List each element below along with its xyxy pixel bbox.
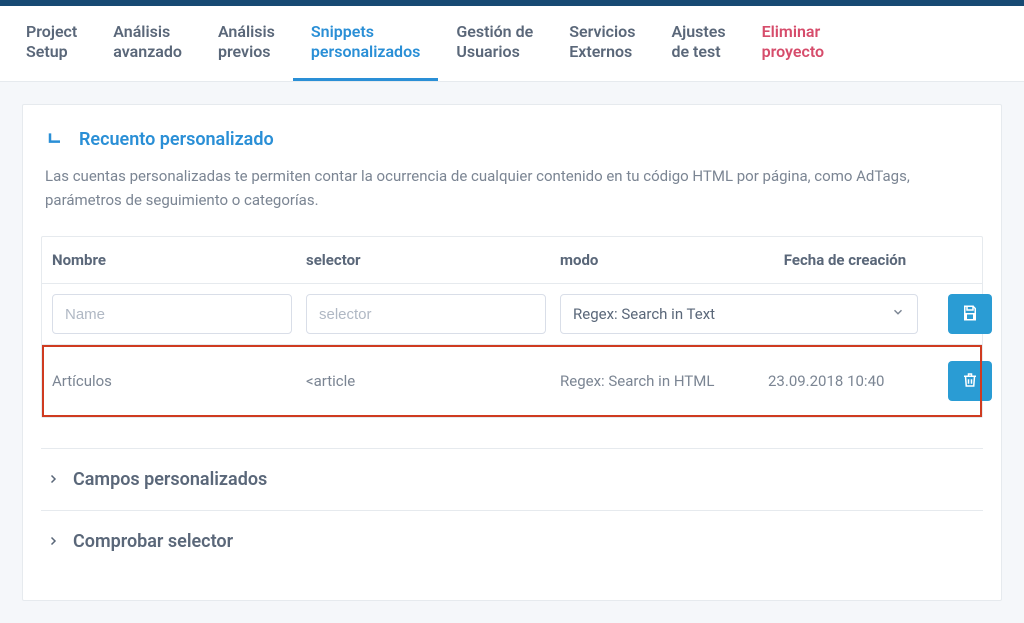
cell-name: Artículos	[52, 372, 306, 390]
accordion-label: Comprobar selector	[73, 531, 233, 552]
cell-selector: <article	[306, 372, 560, 390]
table-input-row: Regex: Search in Text	[42, 284, 982, 345]
cell-date: 23.09.2018 10:40	[768, 372, 932, 390]
chevron-right-icon	[47, 532, 59, 551]
delete-button[interactable]	[948, 361, 992, 401]
mode-select-value: Regex: Search in Text	[573, 305, 715, 323]
th-name: Nombre	[52, 251, 306, 269]
chevron-down-icon	[891, 305, 905, 323]
th-mode: modo	[560, 251, 768, 269]
tab-eliminar-proyecto[interactable]: Eliminar proyecto	[744, 6, 843, 81]
accordion-campos-personalizados[interactable]: Campos personalizados	[41, 449, 983, 511]
tab-analisis-previos[interactable]: Análisis previos	[200, 6, 293, 81]
tab-snippets-personalizados[interactable]: Snippets personalizados	[293, 6, 438, 81]
accordion-list: Campos personalizados Comprobar selector	[41, 448, 983, 572]
trash-icon	[961, 371, 979, 392]
table-row: Artículos <article Regex: Search in HTML…	[42, 345, 982, 417]
arrow-down-right-icon	[45, 130, 65, 150]
tab-gestion-usuarios[interactable]: Gestión de Usuarios	[438, 6, 551, 81]
main-panel: Recuento personalizado Las cuentas perso…	[22, 104, 1002, 601]
cell-mode: Regex: Search in HTML	[560, 372, 768, 390]
chevron-right-icon	[47, 470, 59, 489]
selector-input[interactable]	[306, 294, 546, 334]
tab-servicios-externos[interactable]: Servicios Externos	[551, 6, 653, 81]
save-icon	[961, 304, 979, 325]
mode-select[interactable]: Regex: Search in Text	[560, 294, 918, 334]
accordion-label: Campos personalizados	[73, 469, 267, 490]
save-button[interactable]	[948, 294, 992, 334]
section-header-recuento[interactable]: Recuento personalizado	[41, 129, 983, 150]
name-input[interactable]	[52, 294, 292, 334]
tab-analisis-avanzado[interactable]: Análisis avanzado	[95, 6, 200, 81]
accordion-comprobar-selector[interactable]: Comprobar selector	[41, 511, 983, 572]
tab-ajustes-test[interactable]: Ajustes de test	[653, 6, 743, 81]
table-header-row: Nombre selector modo Fecha de creación	[42, 237, 982, 284]
tabs-bar: Project Setup Análisis avanzado Análisis…	[0, 6, 1024, 82]
th-selector: selector	[306, 251, 560, 269]
tab-project-setup[interactable]: Project Setup	[8, 6, 95, 81]
section-title: Recuento personalizado	[79, 129, 274, 150]
custom-counts-table: Nombre selector modo Fecha de creación R…	[41, 236, 983, 418]
section-description: Las cuentas personalizadas te permiten c…	[41, 164, 983, 212]
th-date: Fecha de creación	[768, 251, 932, 269]
